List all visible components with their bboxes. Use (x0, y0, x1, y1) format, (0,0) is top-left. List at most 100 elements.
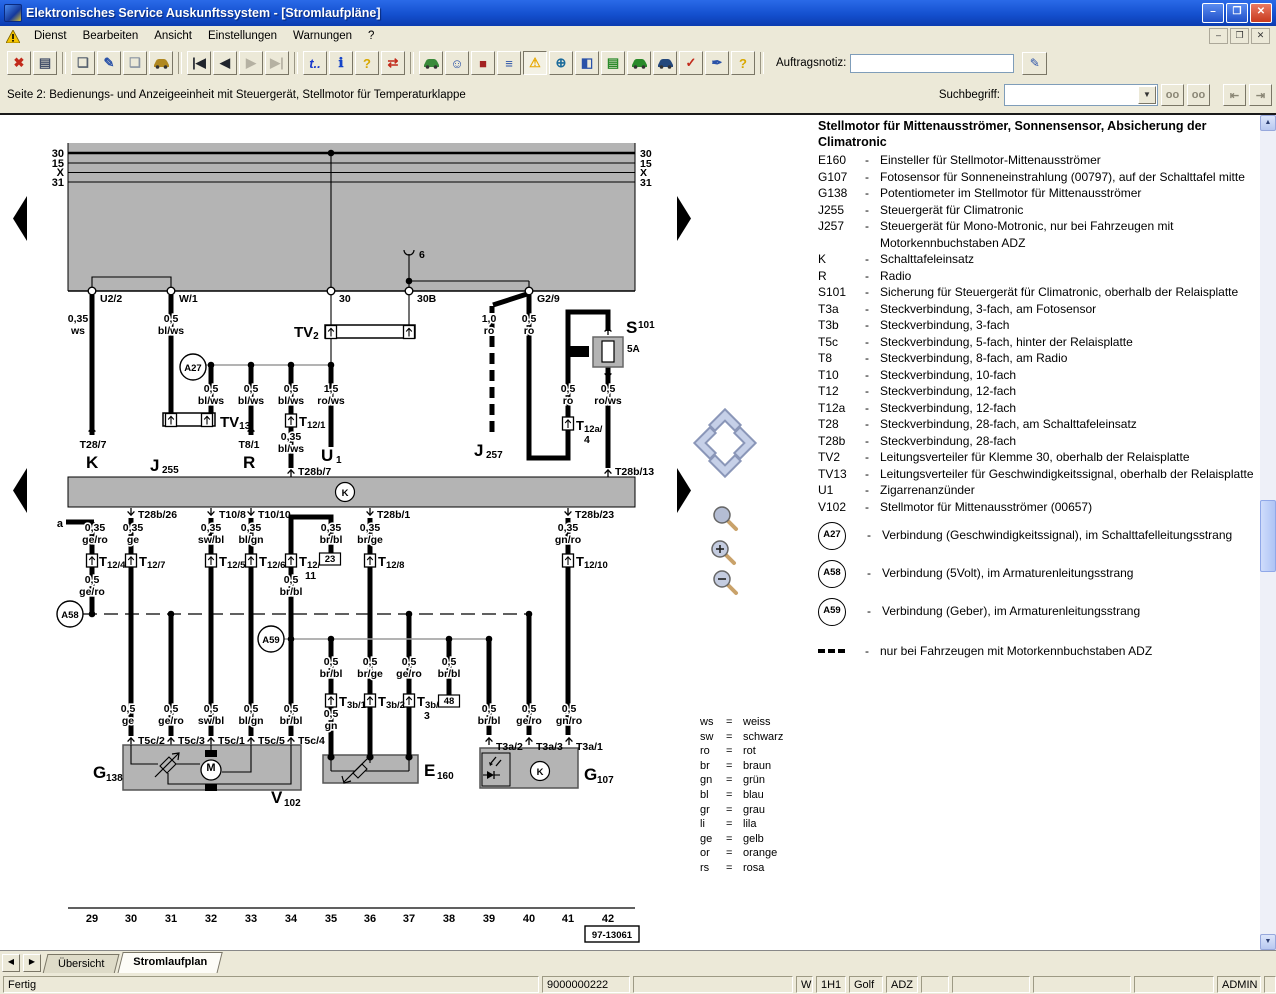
result-next-button[interactable]: ⇥ (1249, 84, 1272, 106)
diagram-label: br/bl (280, 586, 303, 598)
toolbar-edit-form-button[interactable]: ✎ (97, 51, 121, 75)
diagram-label: 0,5 (324, 708, 339, 720)
diagram-label: R (243, 453, 255, 472)
toolbar-repair-manual-button[interactable]: ■ (471, 51, 495, 75)
toolbar-window-split-button[interactable]: ◧ (575, 51, 599, 75)
toolbar-t-jump-button[interactable]: t.. (303, 51, 327, 75)
search-down-button[interactable]: oo (1187, 84, 1210, 106)
tab-stromlaufplan[interactable]: Stromlaufplan (118, 952, 223, 974)
pan-arrows[interactable] (700, 415, 750, 471)
menu-dienst[interactable]: Dienst (26, 28, 75, 44)
toolbar-prev-page-button[interactable]: ◀ (213, 51, 237, 75)
toolbar-first-page-button[interactable]: |◀ (187, 51, 211, 75)
toolbar-new-document-button[interactable]: ❏ (71, 51, 95, 75)
toolbar-car-workshop-car-icon[interactable] (627, 51, 651, 75)
tab-scroll-right-icon[interactable]: ▶ (23, 954, 41, 972)
menu-?[interactable]: ? (360, 28, 382, 44)
toolbar-doc-help-button[interactable]: ? (731, 51, 755, 75)
mdi-close-button[interactable]: ✕ (1251, 28, 1270, 44)
toolbar-swap-button[interactable]: ⇄ (381, 51, 405, 75)
zoom-tool-icon[interactable] (714, 507, 736, 529)
toolbar-car-inspection-car-icon[interactable] (653, 51, 677, 75)
toolbar-documents-button[interactable]: ≡ (497, 51, 521, 75)
diagram-label: T28b/26 (138, 509, 177, 521)
diagram-label: V (271, 788, 283, 807)
diagram-label: 0,35 (321, 522, 342, 534)
component-code: S101 (818, 284, 865, 301)
scroll-up-icon[interactable]: ▲ (1260, 115, 1276, 131)
vertical-scrollbar[interactable]: ▲ ▼ (1260, 115, 1276, 950)
result-prev-button[interactable]: ⇤ (1223, 84, 1246, 106)
diagram-label: br/bl (320, 534, 343, 546)
legend-title: Stellmotor für Mittenausströmer, Sonnens… (818, 118, 1254, 150)
auftragsnotiz-input[interactable] (850, 54, 1014, 73)
scroll-down-icon[interactable]: ▼ (1260, 934, 1276, 950)
component-code: K (818, 251, 865, 268)
tab-scroll-left-icon[interactable]: ◀ (2, 954, 20, 972)
instrument-cluster-bar (68, 477, 635, 507)
combobox-dropdown-icon[interactable]: ▼ (1138, 86, 1156, 104)
diagram-label: T3b/2 (378, 694, 405, 711)
legend-item: T28-Steckverbindung, 28-fach, am Schaltt… (818, 416, 1254, 433)
toolbar-vehicle-data-car-icon[interactable] (419, 51, 443, 75)
suchbegriff-combobox[interactable]: ▼ (1004, 84, 1158, 106)
toolbar-checklist-button[interactable]: ✓ (679, 51, 703, 75)
wire-color-row: li=lila (700, 817, 783, 832)
toolbar-warnings-button[interactable]: ⚠ (523, 51, 547, 75)
diagram-label: 32 (205, 913, 217, 925)
toolbar-print-button[interactable]: ▤ (33, 51, 57, 75)
toolbar-pricing-button[interactable]: ▤ (601, 51, 625, 75)
component-description: Leitungsverteiler für Klemme 30, oberhal… (880, 449, 1254, 466)
separator-dash: - (865, 416, 880, 433)
menu-warnungen[interactable]: Warnungen (285, 28, 360, 44)
legend-item: T5c-Steckverbindung, 5-fach, hinter der … (818, 334, 1254, 351)
toolbar-info-button[interactable]: ℹ (329, 51, 353, 75)
diagram-label: 40 (523, 913, 535, 925)
diagram-label: 30 (339, 293, 351, 305)
menu-ansicht[interactable]: Ansicht (146, 28, 200, 44)
close-button[interactable]: ✕ (1250, 3, 1272, 23)
wire-color-row: ge=gelb (700, 832, 783, 847)
diagram-label: K (537, 767, 544, 778)
diagram-label: 37 (403, 913, 415, 925)
toolbar-vehicle-select-car-icon[interactable] (149, 51, 173, 75)
mdi-minimize-button[interactable]: – (1209, 28, 1228, 44)
legend-item: U1-Zigarrenanzünder (818, 482, 1254, 499)
scrollbar-thumb[interactable] (1260, 500, 1276, 572)
diagram-label: T8/1 (238, 439, 259, 451)
component-code: R (818, 268, 865, 285)
zoom-in-icon[interactable] (712, 541, 734, 563)
toolbar-separator (178, 52, 182, 74)
toolbar-help-key-button[interactable]: ? (355, 51, 379, 75)
diagram-label: T28b/7 (298, 466, 331, 478)
toolbar-customer-service-button[interactable]: ☺ (445, 51, 469, 75)
diagram-label: 257 (486, 450, 503, 461)
diagram-label: bl/ws (278, 395, 304, 407)
diagram-label: 0,5 (284, 574, 299, 586)
menu-einstellungen[interactable]: Einstellungen (200, 28, 285, 44)
legend-item: R-Radio (818, 268, 1254, 285)
legend-item: K-Schalttafeleinsatz (818, 251, 1254, 268)
tab-übersicht[interactable]: Übersicht (43, 954, 120, 974)
toolbar-abort-button[interactable]: ✖ (7, 51, 31, 75)
diagram-label: ro (524, 325, 535, 337)
diagram-label: 29 (86, 913, 98, 925)
diagram-label: br/bl (320, 668, 343, 680)
diagram-label: T5c/2 (138, 735, 165, 747)
diagram-label: bl/ws (198, 395, 224, 407)
legend-item: T28b-Steckverbindung, 28-fach (818, 433, 1254, 450)
diagram-label: 0,35 (68, 313, 89, 325)
component-code: T10 (818, 367, 865, 384)
auftragsnotiz-note-button[interactable]: ✎ (1022, 52, 1047, 75)
mdi-restore-button[interactable]: ❐ (1230, 28, 1249, 44)
search-up-button[interactable]: oo (1161, 84, 1184, 106)
toolbar-new-form-button[interactable]: ❑ (123, 51, 147, 75)
restore-button[interactable]: ❐ (1226, 3, 1248, 23)
separator-dash: - (865, 433, 880, 450)
menu-bearbeiten[interactable]: Bearbeiten (75, 28, 147, 44)
component-description: Schalttafeleinsatz (880, 251, 1254, 268)
minimize-button[interactable]: – (1202, 3, 1224, 23)
zoom-out-icon[interactable] (714, 571, 736, 593)
toolbar-globe-button[interactable]: ⊕ (549, 51, 573, 75)
toolbar-service-pen-button[interactable]: ✒ (705, 51, 729, 75)
